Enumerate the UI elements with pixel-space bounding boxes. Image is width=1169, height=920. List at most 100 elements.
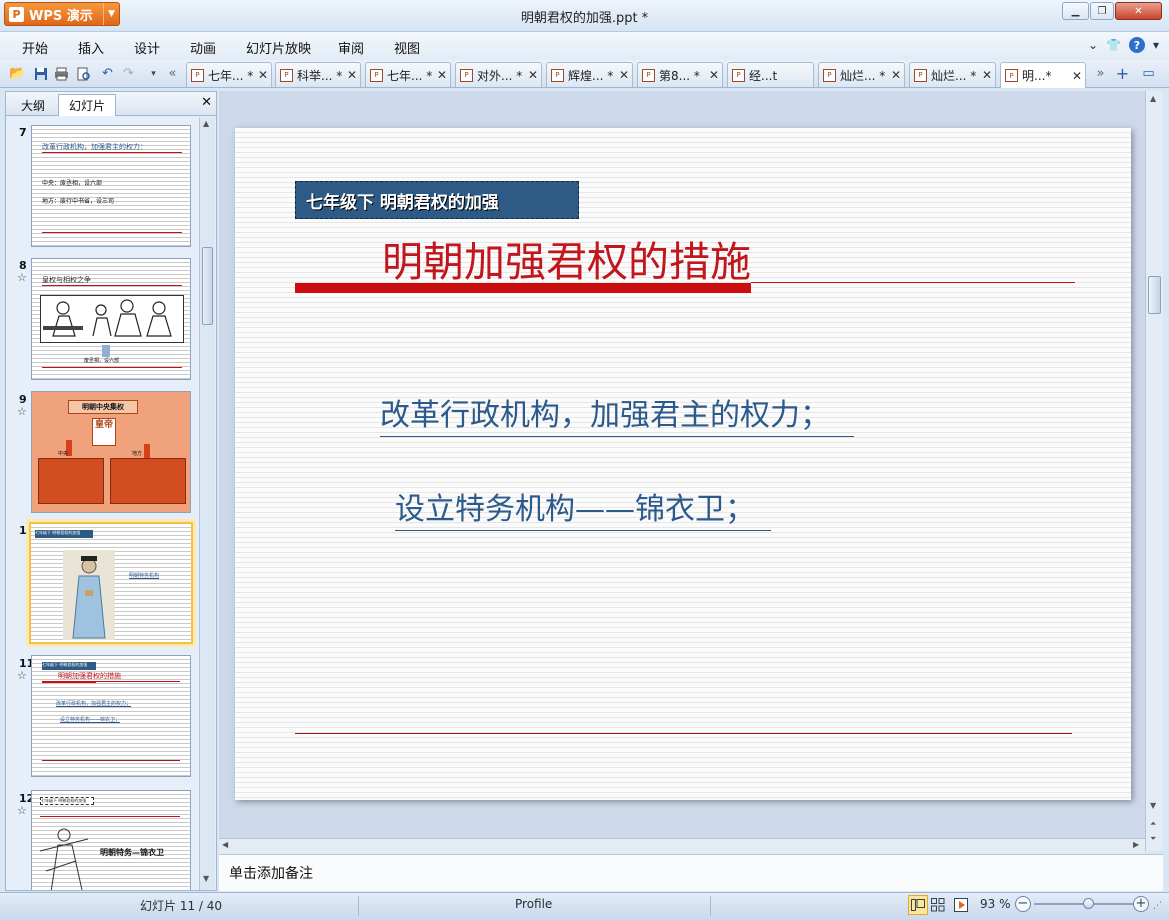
thumb-rule bbox=[40, 816, 180, 817]
next-slide-icon[interactable]: ⏷ bbox=[1150, 834, 1156, 844]
animation-star-icon: ☆ bbox=[17, 405, 27, 418]
scroll-right-arrow-icon[interactable]: ▶ bbox=[1133, 840, 1139, 849]
thumb-text: 明朝加强君权的措施 bbox=[58, 672, 121, 680]
close-tab-icon[interactable]: ✕ bbox=[437, 68, 447, 82]
slide-thumbnail[interactable]: 改革行政机构，加强君主的权力： 中央：废丞相，设六部 地方：废行中书省，设三司 bbox=[31, 125, 191, 247]
menu-view[interactable]: 视图 bbox=[394, 38, 420, 57]
close-tab-icon[interactable]: ✕ bbox=[891, 68, 901, 82]
slide-bullet[interactable]: 设立特务机构——锦衣卫； bbox=[395, 484, 771, 531]
chevron-down-icon[interactable]: ▾ bbox=[1153, 37, 1159, 53]
menu-insert[interactable]: 插入 bbox=[78, 38, 104, 57]
thumb-box bbox=[110, 458, 186, 504]
close-tab-icon[interactable]: ✕ bbox=[258, 68, 268, 82]
redo-icon[interactable]: ↷ bbox=[120, 65, 137, 82]
doc-tab-active[interactable]: P 明...* ✕ bbox=[1000, 62, 1086, 88]
title-bar: P WPS 演示 ▼ 明朝君权的加强.ppt * ▁ ❐ ✕ bbox=[0, 0, 1169, 32]
scroll-up-arrow-icon[interactable]: ▲ bbox=[203, 119, 209, 128]
slide-label-box[interactable]: 七年级下 明朝君权的加强 bbox=[295, 181, 579, 219]
scroll-down-arrow-icon[interactable]: ▼ bbox=[1150, 801, 1156, 810]
doc-tab[interactable]: P 对外... * ✕ bbox=[455, 62, 542, 87]
slide-thumbnail[interactable]: 七年级下 明朝君权的加强 明朝加强君权的措施 改革行政机构，加强君主的权力； 设… bbox=[31, 655, 191, 777]
notes-placeholder: 单击添加备注 bbox=[229, 866, 313, 882]
slide-thumbnail[interactable]: 明朝中央集权 皇帝 中央 地方 bbox=[31, 391, 191, 513]
scroll-left-arrow-icon[interactable]: ◀ bbox=[222, 840, 228, 849]
slide-bullet[interactable]: 改革行政机构，加强君主的权力； bbox=[380, 390, 854, 437]
resize-grip-icon[interactable]: ⋰ bbox=[1153, 901, 1162, 911]
thumb-illustration bbox=[40, 295, 184, 343]
panel-scrollbar[interactable]: ▲ ▼ bbox=[199, 117, 215, 890]
doc-tab[interactable]: P 七年... * ✕ bbox=[365, 62, 451, 87]
print-icon[interactable] bbox=[53, 65, 70, 82]
tab-outline[interactable]: 大纲 bbox=[10, 94, 56, 116]
doc-tab-label: 对外... * bbox=[477, 68, 523, 83]
close-tab-icon[interactable]: ✕ bbox=[1072, 69, 1082, 83]
close-panel-icon[interactable]: ✕ bbox=[201, 95, 212, 110]
close-tab-icon[interactable]: ✕ bbox=[709, 68, 719, 82]
close-icon: ✕ bbox=[1134, 5, 1143, 17]
tabs-scroll-left-icon[interactable]: « bbox=[164, 65, 181, 82]
slide-thumbnail[interactable]: 七年级下 明朝君权的加强 明朝特务—锦衣卫 bbox=[31, 790, 191, 890]
save-icon[interactable] bbox=[32, 65, 49, 82]
scroll-up-arrow-icon[interactable]: ▲ bbox=[1150, 94, 1156, 103]
slide-thumbnail[interactable]: 皇权与相权之争 废丞相，设六部 bbox=[31, 258, 191, 380]
doc-tab[interactable]: P 经...t bbox=[727, 62, 814, 87]
restore-button[interactable]: ❐ bbox=[1090, 2, 1114, 20]
notes-pane[interactable]: 单击添加备注 bbox=[219, 854, 1163, 891]
normal-view-icon[interactable] bbox=[908, 895, 928, 915]
slideshow-view-icon[interactable] bbox=[954, 898, 968, 915]
tab-slides[interactable]: 幻灯片 bbox=[58, 94, 116, 116]
menu-design[interactable]: 设计 bbox=[134, 38, 160, 57]
menu-animation[interactable]: 动画 bbox=[190, 38, 216, 57]
menu-slideshow[interactable]: 幻灯片放映 bbox=[246, 38, 311, 57]
thumb-rule bbox=[42, 232, 182, 233]
slide-sorter-view-icon[interactable] bbox=[931, 898, 945, 915]
doc-tab[interactable]: P 第8... * ✕ bbox=[637, 62, 723, 87]
previous-slide-icon[interactable]: ⏶ bbox=[1150, 819, 1156, 829]
scrollbar-thumb[interactable] bbox=[1148, 276, 1161, 314]
slide-thumbnail-selected[interactable]: 七年级下 明朝君权的加强 明朝特务机构 bbox=[29, 522, 193, 644]
chevron-down-icon[interactable]: ⌄ bbox=[1088, 37, 1098, 53]
slide-canvas[interactable]: 七年级下 明朝君权的加强 明朝加强君权的措施 改革行政机构，加强君主的权力； 设… bbox=[235, 128, 1131, 800]
customize-toolbar-icon[interactable]: ▾ bbox=[145, 65, 162, 82]
doc-tab[interactable]: P 七年... * ✕ bbox=[186, 62, 272, 87]
zoom-out-icon[interactable]: − bbox=[1015, 896, 1031, 912]
doc-tab-label: 七年... * bbox=[208, 68, 254, 83]
slide-title[interactable]: 明朝加强君权的措施 bbox=[382, 228, 751, 288]
close-window-button[interactable]: ✕ bbox=[1115, 2, 1162, 20]
horizontal-scrollbar[interactable]: ◀ ▶ bbox=[219, 838, 1145, 854]
thumb-text: 皇帝 bbox=[92, 418, 116, 446]
doc-tab-label: 七年... * bbox=[387, 68, 433, 83]
status-divider bbox=[358, 896, 359, 916]
scrollbar-thumb[interactable] bbox=[202, 247, 213, 325]
close-tab-icon[interactable]: ✕ bbox=[347, 68, 357, 82]
undo-icon[interactable]: ↶ bbox=[99, 65, 116, 82]
ppt-file-icon: P bbox=[914, 68, 927, 82]
help-icon[interactable]: ? bbox=[1128, 37, 1145, 53]
ppt-file-icon: P bbox=[1005, 69, 1018, 82]
doc-tab[interactable]: P 辉煌... * ✕ bbox=[546, 62, 633, 87]
scroll-down-arrow-icon[interactable]: ▼ bbox=[203, 874, 209, 883]
close-tab-icon[interactable]: ✕ bbox=[982, 68, 992, 82]
close-tab-icon[interactable]: ✕ bbox=[619, 68, 629, 82]
thumb-text: 地方 bbox=[132, 451, 143, 457]
skin-shirt-icon[interactable]: 👕 bbox=[1106, 37, 1121, 53]
thumb-rule bbox=[96, 681, 180, 682]
tab-list-icon[interactable]: ▭ bbox=[1140, 65, 1157, 82]
print-preview-icon[interactable] bbox=[75, 65, 92, 82]
thumb-rule bbox=[42, 367, 182, 368]
thumb-rule bbox=[42, 681, 96, 683]
new-tab-plus-icon[interactable]: + bbox=[1114, 64, 1131, 83]
zoom-slider-track[interactable] bbox=[1034, 898, 1134, 909]
doc-tab[interactable]: P 灿烂... * ✕ bbox=[909, 62, 996, 87]
doc-tab[interactable]: P 科举... * ✕ bbox=[275, 62, 361, 87]
vertical-scrollbar[interactable]: ▲ ▼ ⏶ ⏷ bbox=[1145, 91, 1163, 851]
menu-review[interactable]: 审阅 bbox=[338, 38, 364, 57]
minimize-button[interactable]: ▁ bbox=[1062, 2, 1089, 20]
doc-tab[interactable]: P 灿烂... * ✕ bbox=[818, 62, 905, 87]
zoom-in-icon[interactable]: + bbox=[1133, 896, 1149, 912]
open-folder-icon[interactable]: 📂 bbox=[9, 65, 26, 82]
menu-home[interactable]: 开始 bbox=[22, 38, 48, 57]
zoom-slider-thumb[interactable] bbox=[1083, 898, 1094, 909]
close-tab-icon[interactable]: ✕ bbox=[528, 68, 538, 82]
tabs-scroll-right-icon[interactable]: » bbox=[1092, 65, 1109, 82]
